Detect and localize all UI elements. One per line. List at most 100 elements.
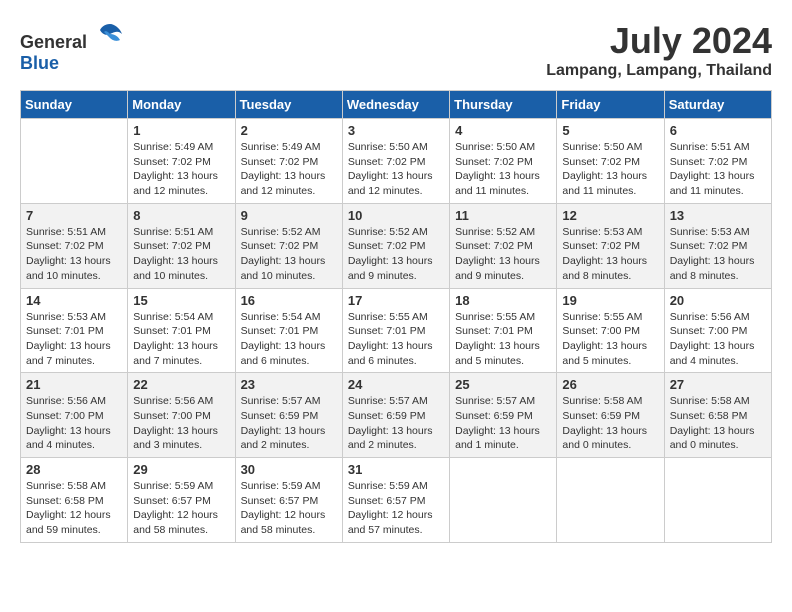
table-row: 5 Sunrise: 5:50 AMSunset: 7:02 PMDaylight…: [557, 119, 664, 204]
day-info: Sunrise: 5:53 AMSunset: 7:02 PMDaylight:…: [670, 225, 766, 284]
day-info: Sunrise: 5:52 AMSunset: 7:02 PMDaylight:…: [455, 225, 551, 284]
day-info: Sunrise: 5:59 AMSunset: 6:57 PMDaylight:…: [133, 479, 229, 538]
day-info: Sunrise: 5:57 AMSunset: 6:59 PMDaylight:…: [241, 394, 337, 453]
table-row: 8Sunrise: 5:51 AMSunset: 7:02 PMDaylight…: [128, 203, 235, 288]
day-number: 29: [133, 462, 229, 477]
day-info: Sunrise: 5:53 AMSunset: 7:02 PMDaylight:…: [562, 225, 658, 284]
table-row: 6 Sunrise: 5:51 AMSunset: 7:02 PMDaylight…: [664, 119, 771, 204]
calendar-week-5: 28 Sunrise: 5:58 AMSunset: 6:58 PMDayligh…: [21, 458, 772, 543]
header-sunday: Sunday: [21, 91, 128, 119]
day-info: Sunrise: 5:51 AMSunset: 7:02 PMDaylight:…: [670, 140, 766, 199]
table-row: 4 Sunrise: 5:50 AMSunset: 7:02 PMDaylight…: [450, 119, 557, 204]
header-wednesday: Wednesday: [342, 91, 449, 119]
day-number: 6: [670, 123, 766, 138]
header-saturday: Saturday: [664, 91, 771, 119]
day-number: 11: [455, 208, 551, 223]
table-row: 12Sunrise: 5:53 AMSunset: 7:02 PMDayligh…: [557, 203, 664, 288]
logo: General Blue: [20, 20, 124, 74]
day-number: 7: [26, 208, 122, 223]
day-number: 4: [455, 123, 551, 138]
table-row: 25Sunrise: 5:57 AMSunset: 6:59 PMDayligh…: [450, 373, 557, 458]
day-number: 14: [26, 293, 122, 308]
day-info: Sunrise: 5:56 AMSunset: 7:00 PMDaylight:…: [26, 394, 122, 453]
table-row: 21 Sunrise: 5:56 AMSunset: 7:00 PMDayligh…: [21, 373, 128, 458]
day-number: 21: [26, 377, 122, 392]
table-row: 2Sunrise: 5:49 AMSunset: 7:02 PMDaylight…: [235, 119, 342, 204]
day-number: 28: [26, 462, 122, 477]
table-row: 28 Sunrise: 5:58 AMSunset: 6:58 PMDayligh…: [21, 458, 128, 543]
header-friday: Friday: [557, 91, 664, 119]
calendar-week-1: 1 Sunrise: 5:49 AMSunset: 7:02 PMDaylight…: [21, 119, 772, 204]
day-number: 10: [348, 208, 444, 223]
table-row: 26Sunrise: 5:58 AMSunset: 6:59 PMDayligh…: [557, 373, 664, 458]
header: General Blue July 2024 Lampang, Lampang,…: [20, 20, 772, 80]
day-info: Sunrise: 5:49 AMSunset: 7:02 PMDaylight:…: [133, 140, 229, 199]
day-number: 30: [241, 462, 337, 477]
calendar-table: Sunday Monday Tuesday Wednesday Thursday…: [20, 90, 772, 543]
day-number: 17: [348, 293, 444, 308]
table-row: 20Sunrise: 5:56 AMSunset: 7:00 PMDayligh…: [664, 288, 771, 373]
day-info: Sunrise: 5:52 AMSunset: 7:02 PMDaylight:…: [241, 225, 337, 284]
calendar-header-row: Sunday Monday Tuesday Wednesday Thursday…: [21, 91, 772, 119]
month-title: July 2024: [546, 20, 772, 62]
header-thursday: Thursday: [450, 91, 557, 119]
table-row: 14 Sunrise: 5:53 AMSunset: 7:01 PMDayligh…: [21, 288, 128, 373]
table-row: 31 Sunrise: 5:59 AMSunset: 6:57 PMDayligh…: [342, 458, 449, 543]
day-number: 2: [241, 123, 337, 138]
day-info: Sunrise: 5:56 AMSunset: 7:00 PMDaylight:…: [670, 310, 766, 369]
table-row: 7Sunrise: 5:51 AMSunset: 7:02 PMDaylight…: [21, 203, 128, 288]
table-row: 16Sunrise: 5:54 AMSunset: 7:01 PMDayligh…: [235, 288, 342, 373]
table-row: [664, 458, 771, 543]
day-info: Sunrise: 5:56 AMSunset: 7:00 PMDaylight:…: [133, 394, 229, 453]
table-row: 24 Sunrise: 5:57 AMSunset: 6:59 PMDayligh…: [342, 373, 449, 458]
day-info: Sunrise: 5:55 AMSunset: 7:01 PMDaylight:…: [348, 310, 444, 369]
calendar-week-3: 14 Sunrise: 5:53 AMSunset: 7:01 PMDayligh…: [21, 288, 772, 373]
day-number: 13: [670, 208, 766, 223]
day-number: 3: [348, 123, 444, 138]
day-number: 22: [133, 377, 229, 392]
table-row: 10 Sunrise: 5:52 AMSunset: 7:02 PMDayligh…: [342, 203, 449, 288]
logo-blue-text: Blue: [20, 53, 59, 73]
day-info: Sunrise: 5:58 AMSunset: 6:58 PMDaylight:…: [670, 394, 766, 453]
table-row: 29 Sunrise: 5:59 AMSunset: 6:57 PMDayligh…: [128, 458, 235, 543]
table-row: 1 Sunrise: 5:49 AMSunset: 7:02 PMDaylight…: [128, 119, 235, 204]
day-number: 1: [133, 123, 229, 138]
logo-bird-icon: [96, 20, 124, 48]
day-info: Sunrise: 5:59 AMSunset: 6:57 PMDaylight:…: [348, 479, 444, 538]
table-row: [21, 119, 128, 204]
header-monday: Monday: [128, 91, 235, 119]
table-row: 27 Sunrise: 5:58 AMSunset: 6:58 PMDayligh…: [664, 373, 771, 458]
day-info: Sunrise: 5:53 AMSunset: 7:01 PMDaylight:…: [26, 310, 122, 369]
day-info: Sunrise: 5:55 AMSunset: 7:01 PMDaylight:…: [455, 310, 551, 369]
day-info: Sunrise: 5:58 AMSunset: 6:58 PMDaylight:…: [26, 479, 122, 538]
day-number: 19: [562, 293, 658, 308]
day-info: Sunrise: 5:55 AMSunset: 7:00 PMDaylight:…: [562, 310, 658, 369]
table-row: 9 Sunrise: 5:52 AMSunset: 7:02 PMDaylight…: [235, 203, 342, 288]
table-row: [450, 458, 557, 543]
table-row: 15 Sunrise: 5:54 AMSunset: 7:01 PMDayligh…: [128, 288, 235, 373]
day-number: 27: [670, 377, 766, 392]
table-row: 11 Sunrise: 5:52 AMSunset: 7:02 PMDayligh…: [450, 203, 557, 288]
day-number: 15: [133, 293, 229, 308]
day-number: 26: [562, 377, 658, 392]
day-number: 9: [241, 208, 337, 223]
day-number: 31: [348, 462, 444, 477]
day-number: 24: [348, 377, 444, 392]
table-row: [557, 458, 664, 543]
location-title: Lampang, Lampang, Thailand: [546, 62, 772, 80]
day-number: 16: [241, 293, 337, 308]
table-row: 18Sunrise: 5:55 AMSunset: 7:01 PMDayligh…: [450, 288, 557, 373]
day-info: Sunrise: 5:50 AMSunset: 7:02 PMDaylight:…: [455, 140, 551, 199]
table-row: 22 Sunrise: 5:56 AMSunset: 7:00 PMDayligh…: [128, 373, 235, 458]
day-number: 25: [455, 377, 551, 392]
table-row: 13 Sunrise: 5:53 AMSunset: 7:02 PMDayligh…: [664, 203, 771, 288]
day-number: 23: [241, 377, 337, 392]
day-number: 5: [562, 123, 658, 138]
day-info: Sunrise: 5:54 AMSunset: 7:01 PMDaylight:…: [133, 310, 229, 369]
calendar-week-2: 7Sunrise: 5:51 AMSunset: 7:02 PMDaylight…: [21, 203, 772, 288]
calendar-week-4: 21 Sunrise: 5:56 AMSunset: 7:00 PMDayligh…: [21, 373, 772, 458]
day-info: Sunrise: 5:52 AMSunset: 7:02 PMDaylight:…: [348, 225, 444, 284]
day-info: Sunrise: 5:57 AMSunset: 6:59 PMDaylight:…: [348, 394, 444, 453]
day-info: Sunrise: 5:50 AMSunset: 7:02 PMDaylight:…: [562, 140, 658, 199]
table-row: 17 Sunrise: 5:55 AMSunset: 7:01 PMDayligh…: [342, 288, 449, 373]
